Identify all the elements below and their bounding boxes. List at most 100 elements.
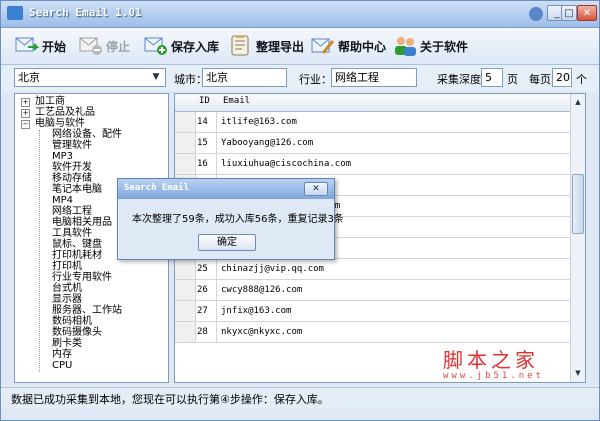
- table-row[interactable]: 14 itlife@163.com: [175, 112, 571, 133]
- tree-item[interactable]: 电脑与软件: [35, 119, 85, 129]
- save-button[interactable]: 保存入库: [144, 33, 219, 59]
- industry-label: 行业：: [299, 73, 332, 86]
- skin-icon[interactable]: [529, 7, 543, 21]
- province-value: 北京: [18, 71, 40, 84]
- dialog-title-bar[interactable]: Search Email ✕: [118, 179, 334, 199]
- row-header-cell[interactable]: [175, 154, 196, 174]
- depth-input[interactable]: 5: [481, 68, 503, 87]
- tree-item[interactable]: MP4: [52, 196, 73, 206]
- dialog-close-button[interactable]: ✕: [304, 182, 328, 196]
- start-icon: [15, 35, 40, 57]
- tree-item[interactable]: 电脑相关用品: [52, 218, 112, 228]
- tree-item[interactable]: 数码摄像头: [52, 328, 102, 338]
- table-row[interactable]: 15 Yabooyang@126.com: [175, 133, 571, 154]
- row-email: nkyxc@nkyxc.com: [221, 327, 303, 337]
- help-label: 帮助中心: [338, 39, 387, 54]
- result-dialog: Search Email ✕ 本次整理了59条，成功入库56条，重复记录3条 确…: [117, 178, 344, 260]
- scroll-thumb[interactable]: [572, 174, 584, 234]
- tree-item[interactable]: 服务器、工作站: [52, 306, 122, 316]
- tree-item[interactable]: MP3: [52, 152, 73, 162]
- industry-input[interactable]: 网络工程: [331, 68, 417, 87]
- stop-icon: [79, 35, 103, 57]
- about-button[interactable]: 关于软件: [393, 33, 468, 59]
- tree-item[interactable]: 打印机: [52, 262, 82, 272]
- tree-item[interactable]: 网络设备、配件: [52, 130, 122, 140]
- stop-button[interactable]: 停止: [79, 33, 130, 59]
- tree-item[interactable]: 刷卡类: [52, 339, 82, 349]
- row-header-cell[interactable]: [175, 280, 196, 300]
- table-row[interactable]: 16 liuxiuhua@ciscochina.com: [175, 154, 571, 175]
- help-button[interactable]: 帮助中心: [311, 33, 386, 59]
- window-title: Search Email 1.01: [29, 6, 142, 19]
- tree-item[interactable]: 工艺品及礼品: [35, 108, 95, 118]
- per-page-label: 每页: [529, 73, 551, 86]
- tree-expand-icon[interactable]: −: [21, 120, 30, 129]
- row-id: 14: [197, 117, 208, 127]
- tree-item[interactable]: 鼠标、键盘: [52, 240, 102, 250]
- row-id: 16: [197, 159, 208, 169]
- export-button[interactable]: 整理导出: [229, 33, 304, 59]
- row-header-cell[interactable]: [175, 133, 196, 153]
- row-id: 27: [197, 306, 208, 316]
- app-icon: [7, 6, 23, 20]
- row-id: 15: [197, 138, 208, 148]
- column-divider: [216, 259, 217, 279]
- scroll-up-icon[interactable]: ▲: [572, 95, 584, 109]
- tree-item[interactable]: 内存: [52, 350, 72, 360]
- tree-item[interactable]: 打印机耗材: [52, 251, 102, 261]
- row-id: 25: [197, 264, 208, 274]
- dialog-message: 本次整理了59条，成功入库56条，重复记录3条: [132, 214, 344, 225]
- province-select[interactable]: 北京 ▼: [14, 68, 166, 87]
- tree-item[interactable]: 软件开发: [52, 163, 92, 173]
- save-icon: [144, 35, 168, 57]
- row-email: itlife@163.com: [221, 117, 297, 127]
- tree-item[interactable]: 加工商: [35, 97, 65, 107]
- header-email[interactable]: Email: [223, 96, 250, 106]
- dialog-ok-button[interactable]: 确定: [198, 234, 256, 251]
- tree-expand-icon[interactable]: +: [21, 109, 30, 118]
- row-header-cell[interactable]: [175, 301, 196, 321]
- close-button[interactable]: ✕: [577, 5, 597, 21]
- title-bar[interactable]: Search Email 1.01 _ □ ✕: [1, 1, 599, 28]
- row-email: jnfix@163.com: [221, 306, 292, 316]
- scroll-down-icon[interactable]: ▼: [572, 366, 584, 380]
- row-id: 28: [197, 327, 208, 337]
- header-id[interactable]: ID: [199, 96, 210, 106]
- tree-item[interactable]: 数码相机: [52, 317, 92, 327]
- city-input[interactable]: 北京: [202, 68, 287, 87]
- row-header-cell[interactable]: [175, 322, 196, 342]
- tree-item[interactable]: 移动存储: [52, 174, 92, 184]
- column-divider: [216, 112, 217, 132]
- row-header-cell[interactable]: [175, 259, 196, 279]
- per-page-input[interactable]: 20: [552, 68, 572, 87]
- row-header-cell[interactable]: [175, 112, 196, 132]
- watermark: 脚本之家 www.jb51.net: [443, 344, 544, 381]
- table-row[interactable]: 25 chinazjj@vip.qq.com: [175, 259, 571, 280]
- column-divider: [216, 301, 217, 321]
- start-button[interactable]: 开始: [15, 33, 66, 59]
- tree-expand-icon[interactable]: +: [21, 98, 30, 107]
- column-divider: [216, 133, 217, 153]
- toolbar: 开始 停止 保存入库 整理导出 帮助中心 关于软件: [1, 28, 599, 65]
- tree-item[interactable]: 台式机: [52, 284, 82, 294]
- vertical-scrollbar[interactable]: ▲ ▼: [570, 94, 585, 382]
- row-email: cwcy888@126.com: [221, 285, 303, 295]
- tree-item[interactable]: 笔记本电脑: [52, 185, 102, 195]
- tree-item[interactable]: 行业专用软件: [52, 273, 112, 283]
- tree-item[interactable]: 管理软件: [52, 141, 92, 151]
- status-bar: 数据已成功采集到本地，您现在可以执行第④步操作：保存入库。: [1, 387, 599, 408]
- tree-item[interactable]: CPU: [52, 361, 72, 371]
- table-row[interactable]: 28 nkyxc@nkyxc.com: [175, 322, 571, 343]
- tree-item[interactable]: 工具软件: [52, 229, 92, 239]
- depth-unit: 页: [507, 73, 518, 86]
- chevron-down-icon[interactable]: ▼: [149, 70, 163, 85]
- table-row[interactable]: 27 jnfix@163.com: [175, 301, 571, 322]
- stop-label: 停止: [106, 39, 131, 54]
- export-label: 整理导出: [256, 39, 305, 54]
- tree-item[interactable]: 显示器: [52, 295, 82, 305]
- restore-button[interactable]: □: [561, 5, 577, 21]
- table-header: ID Email: [175, 94, 571, 112]
- tree-item[interactable]: 网络工程: [52, 207, 92, 217]
- row-email: liuxiuhua@ciscochina.com: [221, 159, 352, 169]
- table-row[interactable]: 26 cwcy888@126.com: [175, 280, 571, 301]
